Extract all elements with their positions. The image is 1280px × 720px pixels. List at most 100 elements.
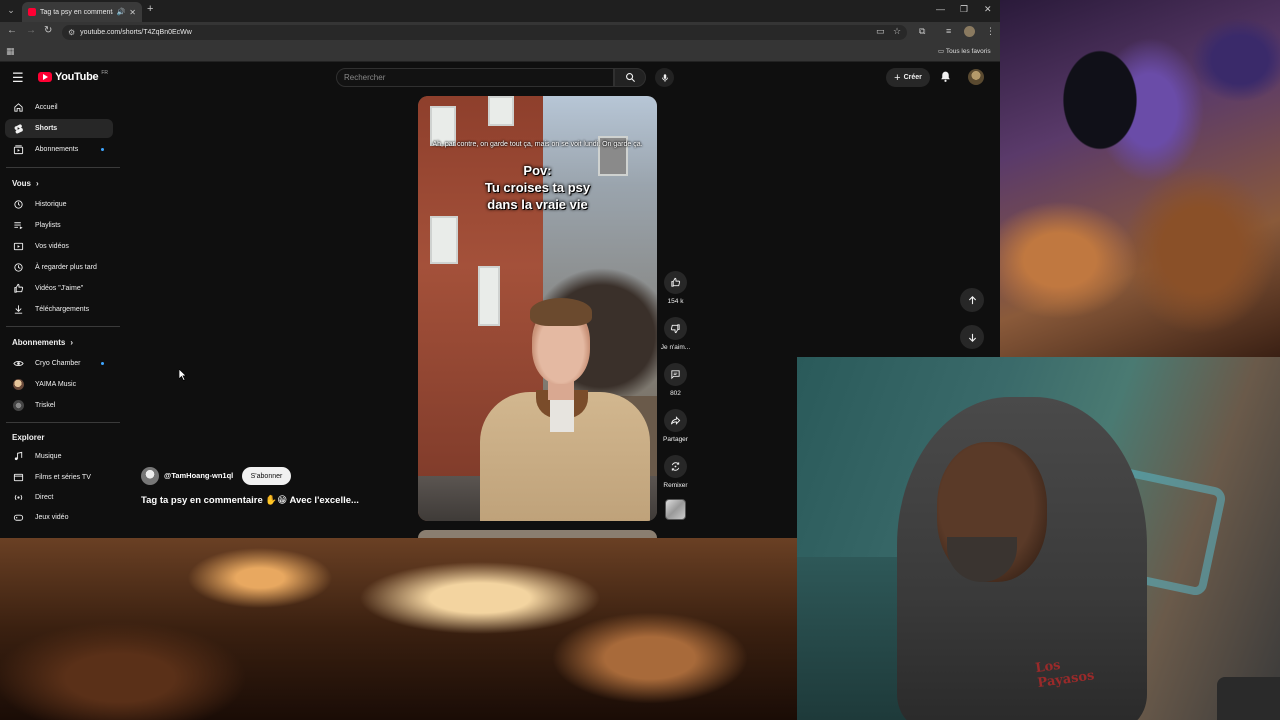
search-input[interactable]	[344, 73, 613, 82]
browser-menu-icon[interactable]: ⋮	[986, 26, 995, 37]
search-button[interactable]	[614, 68, 646, 87]
sidebar-item-live[interactable]: Direct	[5, 488, 113, 507]
media-control-icon[interactable]: ≡	[946, 26, 951, 36]
site-info-icon[interactable]: ⚙	[68, 28, 75, 37]
sidebar-channel-yaima-music[interactable]: YAIMA Music	[5, 375, 113, 394]
new-tab-icon[interactable]: +	[147, 3, 153, 15]
sidebar-item-music[interactable]: Musique	[5, 447, 113, 466]
all-bookmarks-label: Tous les favoris	[945, 48, 991, 55]
arrow-up-icon	[968, 295, 976, 304]
all-bookmarks[interactable]: ▭ Tous les favoris	[938, 47, 991, 55]
webcam-feed: Los Payasos	[797, 357, 1280, 720]
create-button[interactable]: + Créer	[886, 68, 930, 87]
search-box[interactable]	[336, 68, 614, 87]
mouse-cursor-icon	[179, 369, 187, 381]
sidebar-item-label: Historique	[35, 201, 67, 208]
tab-title: Tag ta psy en commentaire	[40, 8, 113, 16]
reload-icon[interactable]: ↻	[44, 25, 52, 36]
sidebar-item-shorts[interactable]: Shorts	[5, 119, 113, 138]
next-short-button[interactable]	[960, 325, 984, 349]
video-frame-window	[488, 96, 514, 126]
remix-button[interactable]	[664, 455, 687, 478]
forward-icon[interactable]: →	[26, 25, 36, 36]
sidebar-item-your-videos[interactable]: Vos vidéos	[5, 237, 113, 256]
tab-search-icon[interactable]: ⌄	[4, 3, 18, 17]
overlay-line: Pov:	[523, 163, 552, 178]
background-art-bottom	[0, 538, 797, 720]
arrow-down-icon	[968, 333, 976, 342]
background-art-top-right	[1000, 0, 1280, 357]
notifications-button[interactable]	[939, 70, 952, 88]
sidebar-item-subscriptions[interactable]: Abonnements	[5, 140, 113, 159]
sidebar-item-playlists[interactable]: Playlists	[5, 216, 113, 235]
tab-active[interactable]: Tag ta psy en commentaire 🔊 ✕	[22, 2, 142, 22]
sidebar-item-watch-later[interactable]: À regarder plus tard	[5, 258, 113, 277]
sidebar-item-downloads[interactable]: Téléchargements	[5, 300, 113, 319]
hoodie-print-text: Los Payasos	[1034, 657, 1096, 692]
comments-button[interactable]	[664, 363, 687, 386]
extensions-icon[interactable]: ⧉	[919, 26, 925, 37]
overlay-line: Tu croises ta psy	[484, 180, 591, 195]
dislike-button[interactable]	[664, 317, 687, 340]
guide-sidebar: Accueil Shorts Abonnements Vous › Histor…	[0, 96, 122, 538]
close-window-icon[interactable]: ✕	[984, 4, 992, 15]
profile-avatar[interactable]	[964, 26, 975, 37]
new-content-dot	[101, 362, 104, 365]
minimize-icon[interactable]: —	[936, 4, 945, 14]
film-icon	[13, 472, 24, 483]
short-title[interactable]: Tag ta psy en commentaire ✋😁 Avec l'exce…	[141, 495, 359, 506]
watch-later-icon	[13, 262, 24, 273]
address-url: youtube.com/shorts/T4ZqBn0EcWw	[80, 29, 192, 36]
apps-grid-icon[interactable]: ▦	[6, 46, 15, 57]
back-icon[interactable]: ←	[7, 25, 17, 36]
channel-avatar	[13, 400, 24, 411]
channel-handle[interactable]: @TamHoang-wn1ql	[164, 471, 233, 480]
account-avatar[interactable]	[968, 69, 984, 85]
browser-toolbar: ← → ↻ ⚙ youtube.com/shorts/T4ZqBn0EcWw ▭…	[0, 22, 1000, 42]
guide-menu-icon[interactable]: ☰	[12, 70, 24, 86]
live-broadcast-icon	[13, 492, 24, 503]
share-button[interactable]	[664, 409, 687, 432]
sidebar-item-movies[interactable]: Films et séries TV	[5, 468, 113, 487]
download-icon	[13, 304, 24, 315]
video-frame-person	[480, 298, 650, 521]
sidebar-channel-cryo-chamber[interactable]: Cryo Chamber	[5, 354, 113, 373]
divider	[6, 326, 120, 327]
sidebar-channel-triskel[interactable]: Triskel	[5, 396, 113, 415]
channel-avatar	[13, 379, 24, 390]
remix-label: Remixer	[663, 482, 688, 489]
address-bar[interactable]: ⚙ youtube.com/shorts/T4ZqBn0EcWw	[62, 25, 907, 40]
history-icon	[13, 199, 24, 210]
cryo-chamber-logo-icon	[13, 358, 24, 369]
bookmark-star-icon[interactable]: ☆	[893, 26, 901, 37]
video-overlay-title: Pov: Tu croises ta psy dans la vraie vie	[418, 162, 657, 213]
like-button[interactable]	[664, 271, 687, 294]
short-video-player[interactable]: Ah, par contre, on garde tout ça, mais o…	[418, 96, 657, 521]
next-short-preview[interactable]	[418, 530, 657, 538]
audio-track-thumbnail[interactable]	[665, 499, 686, 520]
voice-search-button[interactable]	[655, 68, 674, 87]
sidebar-item-home[interactable]: Accueil	[5, 98, 113, 117]
sidebar-item-label: Playlists	[35, 222, 61, 229]
sidebar-item-liked-videos[interactable]: Vidéos "J'aime"	[5, 279, 113, 298]
bookmarks-bar: ▦ ▭ Tous les favoris	[0, 42, 1000, 62]
sidebar-item-label: Abonnements	[35, 146, 79, 153]
subscribe-button[interactable]: S'abonner	[242, 467, 291, 485]
chevron-right-icon: ›	[35, 179, 39, 188]
gamepad-icon	[13, 512, 24, 523]
sidebar-item-label: Vidéos "J'aime"	[35, 285, 84, 292]
sidebar-item-gaming[interactable]: Jeux vidéo	[5, 508, 113, 527]
sidebar-item-history[interactable]: Historique	[5, 195, 113, 214]
install-app-icon[interactable]: ▭	[876, 26, 885, 37]
youtube-logo[interactable]: YouTube FR	[38, 70, 108, 83]
video-subtitle: Ah, par contre, on garde tout ça, mais o…	[432, 141, 643, 148]
sidebar-item-label: Musique	[35, 453, 62, 460]
section-you-heading[interactable]: Vous ›	[12, 179, 39, 188]
dislike-label: Je n'aim...	[660, 344, 691, 351]
close-tab-icon[interactable]: ✕	[129, 8, 136, 17]
audio-playing-icon[interactable]: 🔊	[117, 8, 126, 16]
section-subscriptions-heading[interactable]: Abonnements ›	[12, 338, 73, 347]
previous-short-button[interactable]	[960, 288, 984, 312]
channel-avatar[interactable]	[141, 467, 159, 485]
restore-icon[interactable]: ❐	[960, 4, 968, 15]
